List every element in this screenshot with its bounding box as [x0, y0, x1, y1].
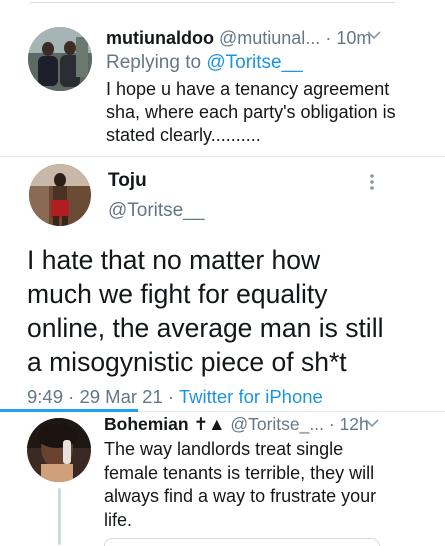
tweet-text: I hate that no matter how much we fight … — [27, 243, 383, 379]
top-divider — [30, 2, 395, 3]
avatar[interactable] — [29, 164, 91, 226]
replying-prefix: Replying to — [106, 52, 202, 73]
tweet-text: I hope u have a tenancy agreement sha, w… — [106, 78, 396, 147]
chevron-down-icon[interactable] — [364, 416, 380, 433]
display-name[interactable]: mutiunaldoo — [106, 28, 214, 48]
active-underline — [0, 409, 138, 412]
replying-to: Replying to @Toritse__ — [106, 52, 303, 74]
tweet-timestamp[interactable]: 9:49 · 29 Mar 21 · — [27, 386, 174, 407]
display-name[interactable]: Toju — [108, 170, 147, 192]
replying-handle-link[interactable]: @Toritse__ — [206, 52, 302, 73]
tweet-text-line: much we fight for equality — [27, 279, 328, 309]
reply-header: mutiunaldoo @mutiunal... · 10m — [106, 28, 371, 49]
tweet-text-line: always find a way to frustrate your — [104, 486, 377, 506]
tweet-text-line: online, the average man is still — [27, 313, 384, 343]
divider — [0, 156, 445, 157]
chevron-down-icon[interactable] — [366, 28, 382, 45]
tweet-time[interactable]: · 10m — [325, 28, 371, 48]
tweet-source-link[interactable]: Twitter for iPhone — [179, 386, 323, 407]
divider — [138, 411, 445, 412]
tweet-meta: 9:49 · 29 Mar 21 · Twitter for iPhone — [27, 386, 323, 408]
thread-line — [58, 488, 61, 545]
user-handle[interactable]: @Toritse_... — [230, 414, 324, 434]
user-handle[interactable]: @mutiunal... — [219, 28, 320, 48]
tweet-text-line: The way landlords treat single — [104, 439, 344, 459]
tweet-text-line: I hope u have a tenancy agreement — [106, 79, 390, 99]
user-handle[interactable]: @Toritse__ — [108, 200, 204, 222]
more-vertical-icon[interactable] — [367, 172, 377, 192]
avatar-photo-icon — [27, 418, 91, 482]
avatar[interactable] — [28, 27, 92, 91]
tweet-text-line: female tenants is terrible, they will — [104, 462, 375, 483]
avatar-photo-icon — [29, 164, 91, 226]
avatar[interactable] — [27, 418, 91, 482]
display-name[interactable]: Bohemian ✝▲ — [104, 414, 225, 434]
tweet-text-line: sha, where each party's obligation is — [106, 102, 396, 122]
tweet-text: The way landlords treat single female te… — [104, 438, 376, 532]
tweet-text-line: I hate that no matter how — [27, 245, 321, 275]
tweet-text-line: a misogynistic piece of sh*t — [27, 347, 347, 377]
tweet-time[interactable]: · 12h — [329, 414, 369, 434]
tweet-text-line: life. — [104, 509, 133, 530]
tweet-text-line: stated clearly.......... — [106, 125, 261, 145]
avatar-photo-icon — [28, 27, 92, 91]
reply-header: Bohemian ✝▲ @Toritse_... · 12h — [104, 414, 369, 435]
